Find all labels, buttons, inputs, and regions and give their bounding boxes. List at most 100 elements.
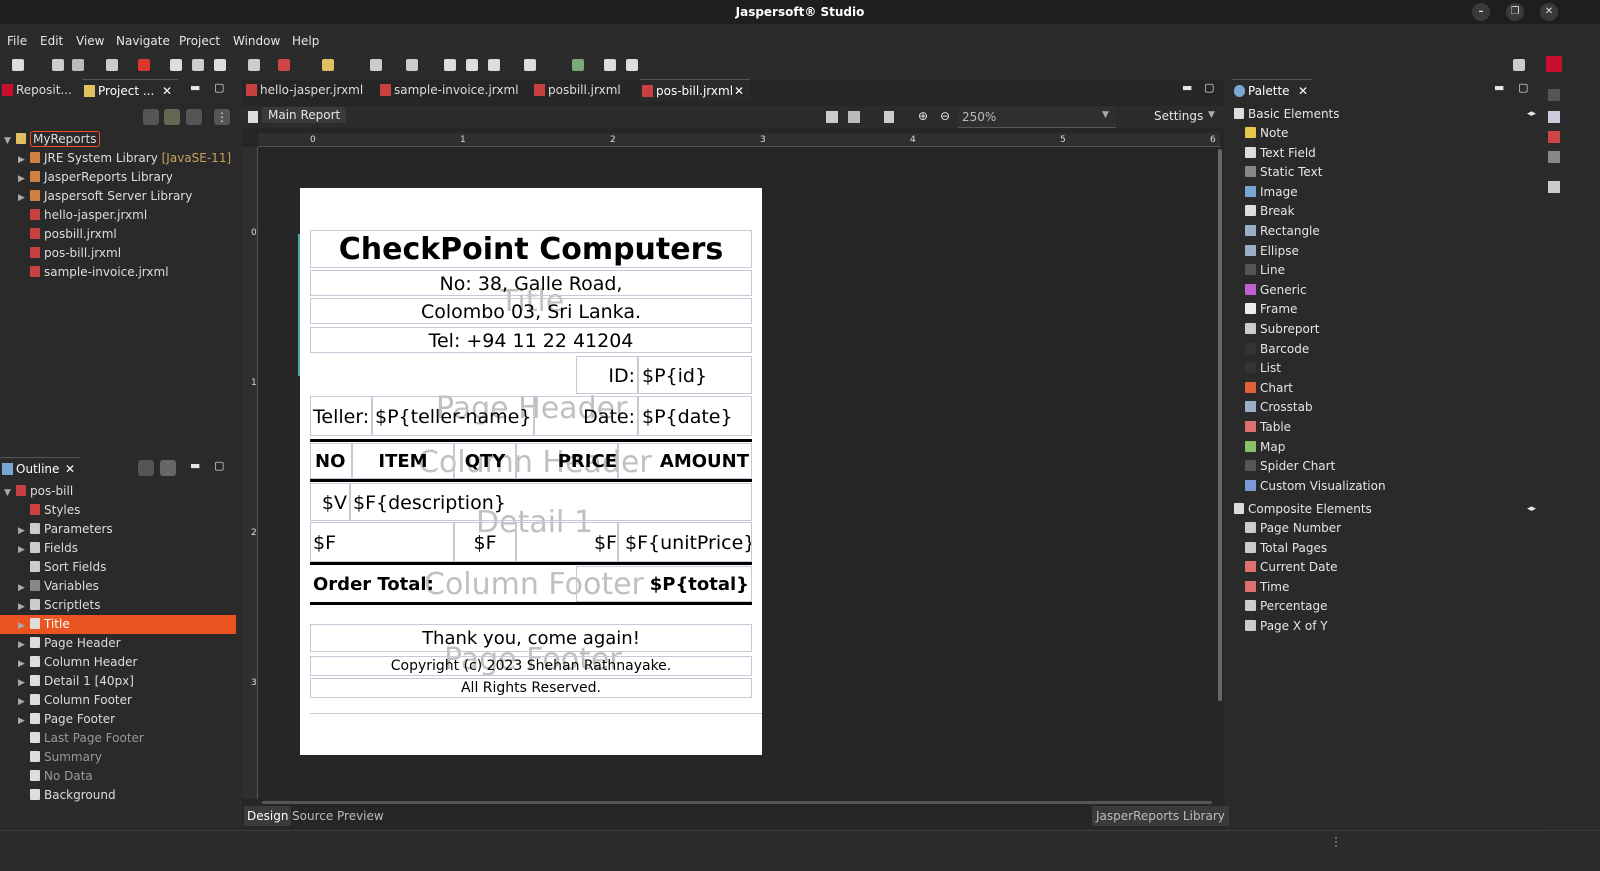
address-line-2[interactable]: Colombo 03, Sri Lanka.	[310, 298, 752, 324]
order-total-label[interactable]: Order Total:	[310, 566, 576, 602]
chevron-down-icon[interactable]: ▼	[1208, 110, 1215, 120]
detail-unit-price[interactable]: $F{unitPrice}.	[618, 522, 752, 562]
publish-icon[interactable]	[106, 59, 118, 71]
tab-outline[interactable]: Outline ✕	[0, 457, 80, 479]
outline-item-column-footer[interactable]: ▶ Column Footer	[0, 691, 236, 710]
pin-icon[interactable]: ◂▸	[1527, 500, 1536, 519]
palette-item-barcode[interactable]: Barcode	[1245, 340, 1309, 359]
menu-window[interactable]: Window	[233, 34, 280, 48]
outline-item-parameters[interactable]: ▶ Parameters	[0, 520, 236, 539]
maximize-panel-icon[interactable]: ▢	[1518, 81, 1528, 94]
editor-tab-sample-invoice[interactable]: sample-invoice.jrxml	[378, 79, 528, 101]
export-icon[interactable]	[884, 111, 894, 123]
teller-value[interactable]: $P{teller-name}	[372, 396, 534, 436]
detail-description[interactable]: $F{description}	[350, 483, 752, 521]
palette-item-text-field[interactable]: Text Field	[1245, 144, 1316, 163]
detail-field-2[interactable]: $F	[454, 522, 516, 562]
dataset-icon[interactable]	[192, 59, 204, 71]
size-icon[interactable]	[406, 59, 418, 71]
outline-item-fields[interactable]: ▶ Fields	[0, 539, 236, 558]
palette-item-subreport[interactable]: Subreport	[1245, 320, 1320, 339]
palette-item-custom-visualization[interactable]: Custom Visualization	[1245, 477, 1386, 496]
palette-item-spider-chart[interactable]: Spider Chart	[1245, 457, 1335, 476]
maximize-editor-icon[interactable]: ▢	[1204, 81, 1214, 94]
zoom-combo[interactable]: 250% ▼	[958, 107, 1116, 128]
console-view-icon[interactable]	[1548, 151, 1560, 163]
palette-item-map[interactable]: Map	[1245, 438, 1285, 457]
palette-item-percentage[interactable]: Percentage	[1245, 597, 1328, 616]
palette-item-break[interactable]: Break	[1245, 202, 1295, 221]
teller-label[interactable]: Teller:	[310, 396, 372, 436]
palette-item-total-pages[interactable]: Total Pages	[1245, 539, 1327, 558]
palette-item-generic[interactable]: Generic	[1245, 281, 1307, 300]
date-value[interactable]: $P{date}	[638, 396, 752, 436]
close-tab-icon[interactable]: ✕	[734, 80, 744, 102]
close-tab-icon[interactable]: ✕	[1298, 80, 1308, 102]
check-icon[interactable]	[572, 59, 584, 71]
restore-icon[interactable]: ❐	[1506, 3, 1524, 21]
col-price[interactable]: PRICE	[516, 443, 618, 479]
outline-item-last-page-footer[interactable]: Last Page Footer	[0, 729, 236, 748]
palette-item-line[interactable]: Line	[1245, 261, 1285, 280]
tree-item-myreports[interactable]: ▼ MyReports	[4, 130, 100, 149]
nav-forward-icon[interactable]	[466, 59, 478, 71]
next-edit-icon[interactable]	[524, 59, 536, 71]
outline-item-title[interactable]: ▶ Title	[0, 615, 236, 634]
align-icon[interactable]	[370, 59, 382, 71]
vertical-scrollbar[interactable]	[1218, 149, 1222, 701]
outline-item-sort-fields[interactable]: Sort Fields	[0, 558, 236, 577]
outline-item-styles[interactable]: Styles	[0, 501, 236, 520]
collapse-all-icon[interactable]	[143, 109, 159, 125]
outline-item-page-header[interactable]: ▶ Page Header	[0, 634, 236, 653]
tree-item-file[interactable]: hello-jasper.jrxml	[30, 206, 147, 225]
editor-tab-hello-jasper[interactable]: hello-jasper.jrxml	[244, 79, 374, 101]
nav-back-icon[interactable]	[444, 59, 456, 71]
outline-item-page-footer[interactable]: ▶ Page Footer	[0, 710, 236, 729]
debug-icon[interactable]	[278, 59, 290, 71]
horizontal-scrollbar[interactable]	[262, 801, 1212, 804]
id-label[interactable]: ID:	[576, 356, 638, 394]
palette-item-table[interactable]: Table	[1245, 418, 1291, 437]
new-icon[interactable]	[12, 59, 24, 71]
tab-project-explorer[interactable]: Project ... ✕	[82, 79, 178, 101]
maximize-panel-icon[interactable]: ▢	[214, 459, 224, 472]
link-editor-icon[interactable]	[164, 109, 180, 125]
thanks-text[interactable]: Thank you, come again!	[310, 624, 752, 652]
tab-preview[interactable]: Preview	[334, 806, 387, 826]
properties-view-icon[interactable]	[1548, 111, 1560, 123]
detail-field-3[interactable]: $F	[516, 522, 618, 562]
library-badge[interactable]: JasperReports Library	[1092, 806, 1229, 826]
save-as-icon[interactable]	[848, 111, 860, 123]
palette-item-ellipse[interactable]: Ellipse	[1245, 242, 1299, 261]
minimize-panel-icon[interactable]: ▬	[190, 81, 200, 94]
zoom-in-icon[interactable]: ⊕	[918, 109, 928, 123]
telephone[interactable]: Tel: +94 11 22 41204	[310, 327, 752, 353]
outline-item-variables[interactable]: ▶ Variables	[0, 577, 236, 596]
address-line-1[interactable]: No: 38, Galle Road,	[310, 270, 752, 296]
palette-item-list[interactable]: List	[1245, 359, 1281, 378]
editor-tab-pos-bill[interactable]: pos-bill.jrxml ✕	[640, 79, 750, 101]
minimize-icon[interactable]: –	[1472, 3, 1490, 21]
palette-item-image[interactable]: Image	[1245, 183, 1298, 202]
close-window-icon[interactable]: ✕	[1540, 3, 1558, 21]
palette-item-time[interactable]: Time	[1245, 578, 1289, 597]
tree-item-jasperreports-library[interactable]: ▶ JasperReports Library	[18, 168, 173, 187]
company-name[interactable]: CheckPoint Computers	[310, 230, 752, 268]
layout-icon[interactable]	[826, 111, 838, 123]
zoom-out-icon[interactable]: ⊖	[940, 109, 950, 123]
tab-design[interactable]: Design	[244, 806, 292, 826]
format-icon[interactable]	[322, 59, 334, 71]
col-amount[interactable]: AMOUNT	[618, 443, 752, 479]
tab-repository[interactable]: Reposit...	[0, 79, 80, 101]
palette-section-composite[interactable]: Composite Elements ◂▸	[1234, 500, 1540, 519]
detail-field-1[interactable]: $F	[310, 522, 454, 562]
close-tab-icon[interactable]: ✕	[162, 80, 172, 102]
palette-item-chart[interactable]: Chart	[1245, 379, 1293, 398]
palette-item-static-text[interactable]: Static Text	[1245, 163, 1322, 182]
menu-file[interactable]: File	[7, 34, 27, 48]
view-menu-icon[interactable]: ⋮	[214, 109, 230, 125]
prev-edit-icon[interactable]	[488, 59, 500, 71]
minimize-panel-icon[interactable]: ▬	[1494, 81, 1504, 94]
outline-item-summary[interactable]: Summary	[0, 748, 236, 767]
wizard-icon[interactable]	[170, 59, 182, 71]
